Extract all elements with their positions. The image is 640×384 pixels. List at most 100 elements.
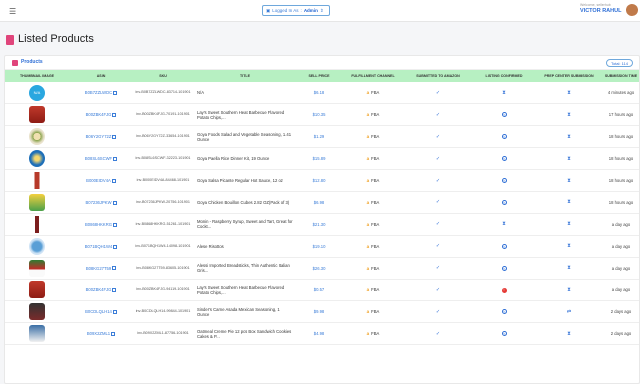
thumbnail-cell bbox=[5, 279, 69, 302]
prep-cell: ⧗ bbox=[537, 257, 601, 280]
sku-cell: inv-B00ZBK4FJG-70191-101901 bbox=[133, 103, 193, 127]
title-cell: Oatmeal Creme Pie 12 pcs Box Sandwich Co… bbox=[193, 322, 297, 346]
user-info[interactable]: Welcome, sellerhub VICTOR RAHUL bbox=[580, 3, 626, 14]
submitted-cell: ✓ bbox=[405, 147, 471, 171]
confirmed-cell: ⧗ bbox=[471, 213, 537, 236]
asin-link[interactable]: B0B7ZZLWDC bbox=[85, 90, 112, 95]
product-thumbnail bbox=[29, 128, 45, 146]
title-cell: Alessi Imported Breadsticks, Thin Authen… bbox=[193, 257, 297, 280]
external-link-icon[interactable] bbox=[112, 310, 117, 315]
asin-link[interactable]: B000EIDV4A bbox=[86, 178, 111, 183]
table-row[interactable]: B07236JPKW inv-B07236JPKW-20756-101901 Goy… bbox=[5, 191, 639, 214]
clock-icon: ◷ bbox=[501, 134, 507, 140]
amazon-icon: a bbox=[366, 199, 370, 205]
external-link-icon[interactable] bbox=[112, 113, 117, 118]
product-thumbnail bbox=[29, 303, 45, 321]
asin-link[interactable]: B0868HKKRG bbox=[85, 222, 112, 227]
column-header[interactable]: Submitted to Amazon bbox=[405, 70, 471, 82]
logged-in-badge[interactable]: ▣ Logged In As: Admin ⇕ bbox=[262, 5, 330, 16]
channel-label: FBA bbox=[371, 243, 380, 249]
channel-label: FBA bbox=[371, 287, 380, 293]
column-header[interactable]: Submission Time bbox=[601, 70, 639, 82]
external-link-icon[interactable] bbox=[113, 222, 117, 227]
asin-link[interactable]: B07236JPKW bbox=[85, 200, 111, 205]
page-header: Listed Products bbox=[0, 24, 640, 52]
check-icon: ✓ bbox=[435, 221, 441, 228]
table-row[interactable]: B09X2ZML1 inv-B09X2ZML1-87756-101901 Oatme… bbox=[5, 322, 639, 346]
submitted-cell: ✓ bbox=[405, 279, 471, 302]
external-link-icon[interactable] bbox=[113, 244, 118, 249]
external-link-icon[interactable] bbox=[111, 332, 116, 337]
title-cell: Alese Risottos bbox=[193, 235, 297, 258]
asin-link[interactable]: B08KG27T59 bbox=[86, 266, 111, 271]
document-icon bbox=[6, 35, 14, 45]
menu-icon[interactable]: ☰ bbox=[9, 7, 16, 16]
sku-cell: inv-B08SL6SCWF-32223-101901 bbox=[133, 147, 193, 171]
table-row[interactable]: B0868HKKRG inv-B0868HKKRG-51261-101901 Mon… bbox=[5, 213, 639, 236]
hourglass-icon: ⧗ bbox=[567, 155, 571, 162]
submission-time-cell: 17 hours ago bbox=[601, 103, 639, 127]
column-header[interactable]: ASIN bbox=[69, 70, 133, 82]
column-header[interactable]: Sell Price bbox=[297, 70, 341, 82]
column-header[interactable]: Thumbnail Image bbox=[5, 70, 69, 82]
avatar[interactable] bbox=[626, 4, 638, 16]
amazon-icon: a bbox=[366, 112, 370, 118]
hourglass-icon: ⧗ bbox=[567, 221, 571, 228]
table-row[interactable]: B00ZBK4FJG inv-B00ZBK4FJG-94119-101901 Lay… bbox=[5, 279, 639, 302]
column-header[interactable]: SKU bbox=[133, 70, 193, 82]
amazon-icon: a bbox=[366, 90, 370, 96]
sku-cell: inv-B0B7ZZLWDC-83714-101901 bbox=[133, 82, 193, 105]
asin-link[interactable]: B00ZBK4FJG bbox=[86, 287, 112, 292]
amazon-icon: a bbox=[366, 243, 370, 249]
asin-link[interactable]: B09X2ZML1 bbox=[87, 331, 110, 336]
prep-cell: ⧗ bbox=[537, 235, 601, 258]
asin-link[interactable]: B08SL6SCWF bbox=[85, 156, 112, 161]
column-header[interactable]: Title bbox=[193, 70, 297, 82]
total-badge: Total: 114 bbox=[605, 59, 633, 67]
external-link-icon[interactable] bbox=[113, 157, 118, 161]
table-row[interactable]: B06Y2GY72Z inv-B06Y2GY72Z-33654-101901 Goy… bbox=[5, 125, 639, 149]
clock-icon: ◷ bbox=[501, 112, 507, 118]
external-link-icon[interactable] bbox=[113, 91, 118, 96]
asin-cell: B08SL6SCWF bbox=[69, 147, 133, 171]
chevron-down-icon: ⇕ bbox=[319, 7, 324, 13]
prep-cell: ⧗ bbox=[537, 213, 601, 236]
external-link-icon[interactable] bbox=[112, 266, 117, 271]
check-icon: ✓ bbox=[435, 155, 441, 162]
table-row[interactable]: B000EIDV4A inv-B000EIDV4A-84468-101901 Goy… bbox=[5, 169, 639, 192]
table-row[interactable]: B071BQH1W4 inv-B071BQH1W4-14098-101901 Ale… bbox=[5, 235, 639, 258]
title-cell: Monin - Raspberry Syrup, Sweet and Tart,… bbox=[193, 213, 297, 236]
title-cell: Lay's Sweet Southern Heat Barbecue Flavo… bbox=[193, 103, 297, 127]
amazon-icon: a bbox=[366, 156, 370, 162]
table-row[interactable]: B08KG27T59 inv-B08KG27T59-83605-101901 Ale… bbox=[5, 257, 639, 280]
channel-label: FBA bbox=[371, 221, 380, 227]
asin-link[interactable]: B00ZBK4FJG bbox=[86, 112, 112, 117]
external-link-icon[interactable] bbox=[111, 178, 116, 183]
confirmed-cell: ◷ bbox=[471, 235, 537, 258]
external-link-icon[interactable] bbox=[112, 288, 117, 293]
table-row[interactable]: B0CDLQLH14 inv-B0CDLQLH14-99844-101901 Sin… bbox=[5, 300, 639, 324]
table-row[interactable]: B00ZBK4FJG inv-B00ZBK4FJG-70191-101901 Lay… bbox=[5, 103, 639, 127]
external-link-icon[interactable] bbox=[112, 135, 117, 140]
column-header[interactable]: Fulfillment Channel bbox=[341, 70, 405, 82]
asin-cell: B071BQH1W4 bbox=[69, 235, 133, 258]
table-row[interactable]: B08SL6SCWF inv-B08SL6SCWF-32223-101901 Goy… bbox=[5, 147, 639, 171]
column-header[interactable]: Listing Confirmed bbox=[471, 70, 537, 82]
submitted-cell: ✓ bbox=[405, 300, 471, 324]
amazon-icon: a bbox=[366, 265, 370, 271]
thumbnail-cell bbox=[5, 169, 69, 192]
submission-time-cell: a day ago bbox=[601, 279, 639, 302]
column-header[interactable]: Prep Center Submission bbox=[537, 70, 601, 82]
external-link-icon[interactable] bbox=[112, 200, 117, 205]
asin-link[interactable]: B06Y2GY72Z bbox=[86, 134, 112, 139]
channel-cell: a FBA bbox=[341, 235, 405, 258]
error-icon: ! bbox=[501, 287, 507, 293]
prep-cell: ⧗ bbox=[537, 322, 601, 346]
asin-link[interactable]: B071BQH1W4 bbox=[85, 244, 112, 249]
asin-link[interactable]: B0CDLQLH14 bbox=[85, 309, 112, 314]
amazon-icon: a bbox=[366, 331, 370, 337]
submission-time-cell: 2 days ago bbox=[601, 322, 639, 346]
channel-label: FBA bbox=[371, 199, 380, 205]
table-row[interactable]: N/A B0B7ZZLWDC inv-B0B7ZZLWDC-83714-101901… bbox=[5, 82, 639, 105]
price-cell: $21.30 bbox=[297, 213, 341, 236]
